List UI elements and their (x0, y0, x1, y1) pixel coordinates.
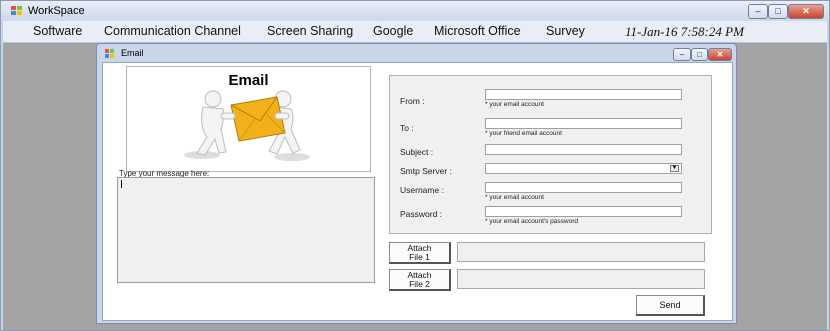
window-title: WorkSpace (28, 5, 85, 17)
email-details-panel: From : * your email account To : * your … (389, 75, 712, 234)
email-window-title: Email (121, 48, 144, 58)
email-app-icon (105, 49, 116, 58)
workspace-window: WorkSpace – □ ✕ Software Communication C… (0, 0, 830, 331)
message-textarea[interactable] (117, 177, 375, 283)
to-hint: * your friend email account (485, 130, 562, 137)
close-button[interactable]: ✕ (788, 4, 824, 19)
password-label: Password : (400, 209, 443, 219)
send-button[interactable]: Send (636, 295, 705, 316)
subject-field[interactable] (485, 144, 682, 155)
from-field[interactable] (485, 89, 682, 100)
close-icon: ✕ (716, 50, 724, 59)
menu-item-microsoft-office[interactable]: Microsoft Office (434, 24, 521, 38)
email-maximize-button[interactable]: □ (691, 48, 708, 61)
menu-item-communication-channel[interactable]: Communication Channel (104, 24, 241, 38)
email-form: Email Type your message here: From: * y… (102, 62, 733, 321)
menu-item-screen-sharing[interactable]: Screen Sharing (267, 24, 353, 38)
username-hint: * your email account (485, 194, 544, 201)
password-field[interactable] (485, 206, 682, 217)
workspace-titlebar[interactable]: WorkSpace – □ ✕ (1, 1, 829, 21)
text-caret (121, 180, 122, 188)
close-icon: ✕ (802, 6, 810, 16)
smtp-server-label: Smtp Server : (400, 166, 452, 176)
to-field[interactable] (485, 118, 682, 129)
maximize-icon: □ (775, 6, 781, 16)
email-window: Email – □ ✕ Email Type your message here… (96, 43, 737, 324)
username-label: Username : (400, 185, 444, 195)
figures-carrying-envelope-icon (184, 90, 310, 161)
username-field[interactable] (485, 182, 682, 193)
password-hint: * your email account's password (485, 218, 579, 225)
maximize-button[interactable]: □ (768, 4, 788, 19)
minimize-button[interactable]: – (748, 4, 768, 19)
attach-file-2-label-line2: File 2 (409, 279, 430, 289)
email-close-button[interactable]: ✕ (708, 48, 732, 61)
menu-bar: Software Communication Channel Screen Sh… (3, 21, 827, 43)
menu-item-google[interactable]: Google (373, 24, 413, 38)
subject-label: Subject : (400, 147, 434, 157)
email-illustration: Email (126, 66, 371, 172)
chevron-down-icon[interactable]: ▼ (670, 165, 679, 172)
to-label: To : (400, 123, 414, 133)
attach-file-2-button[interactable]: Attach File 2 (389, 269, 451, 291)
email-minimize-button[interactable]: – (673, 48, 691, 61)
from-hint: * your email account (485, 101, 544, 108)
menu-item-software[interactable]: Software (33, 24, 82, 38)
app-icon (11, 6, 23, 16)
maximize-icon: □ (697, 50, 702, 59)
minimize-icon: – (755, 6, 761, 16)
minimize-icon: – (679, 50, 685, 59)
menu-item-survey[interactable]: Survey (546, 24, 585, 38)
attach-file-1-path[interactable] (457, 242, 705, 262)
attach-file-2-path[interactable] (457, 269, 705, 289)
smtp-server-select[interactable]: ▼ (485, 163, 682, 174)
attach-file-1-button[interactable]: Attach File 1 (389, 242, 451, 264)
from-label: From : (400, 96, 425, 106)
datetime-display: 11-Jan-16 7:58:24 PM (625, 24, 744, 39)
attach-file-1-label-line2: File 1 (409, 252, 430, 262)
